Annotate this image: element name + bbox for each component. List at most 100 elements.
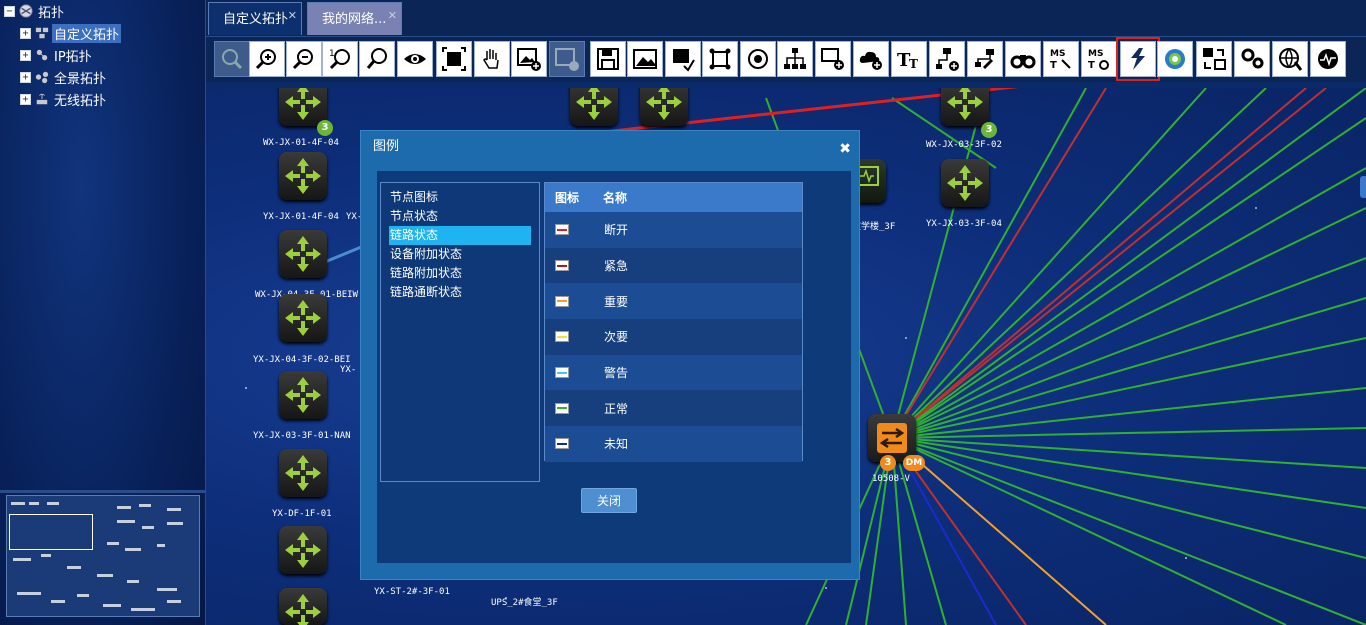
tab-custom-topology[interactable]: 自定义拓扑 ✕ [208, 2, 302, 35]
hierarchy-icon [784, 48, 806, 69]
node-label: YX-JX-04-3F-02-BEI [253, 355, 351, 365]
globe-button[interactable] [1272, 41, 1308, 77]
legend-dialog: 图例 ✖ 节点图标 节点状态 链路状态 设备附加状态 链路附加状态 链路通断状态 图标 名… [360, 130, 860, 580]
gear-color-button[interactable] [1157, 41, 1193, 77]
close-tab-icon[interactable]: ✕ [288, 0, 297, 32]
close-tab-icon[interactable]: ✕ [388, 0, 397, 32]
fit-screen-button[interactable] [436, 41, 472, 77]
zoom-search-button[interactable] [359, 41, 395, 77]
link-line[interactable] [891, 167, 1366, 439]
node-count-badge: 3 [981, 122, 997, 138]
ms-settings-button[interactable]: MS T [1081, 41, 1117, 77]
legend-row-name: 正常 [604, 401, 629, 416]
network-device-node[interactable] [640, 88, 688, 126]
add-device-button[interactable] [815, 41, 851, 77]
dialog-close-icon[interactable]: ✖ [839, 141, 851, 157]
tree-item-custom-topology[interactable]: + 自定义拓扑 [20, 23, 122, 43]
tree-item-ip-topology[interactable]: + IP拓扑 [20, 46, 94, 65]
node-label: 10508-V [872, 474, 910, 484]
node-label: WX-JX-03-3F-02 [926, 140, 1002, 150]
settings-button[interactable] [1234, 41, 1270, 77]
minimap-viewport[interactable] [9, 514, 93, 550]
background-image-button[interactable] [627, 41, 663, 77]
network-device-node[interactable] [279, 294, 327, 342]
zoom-actual-icon: 1 [329, 49, 350, 70]
legend-category-item[interactable]: 节点状态 [389, 207, 531, 226]
network-device-node[interactable] [279, 449, 327, 497]
expand-icon[interactable]: + [20, 49, 31, 61]
legend-category-item[interactable]: 链路状态 [389, 226, 531, 245]
link-line[interactable] [891, 437, 1287, 625]
network-device-node[interactable] [279, 371, 327, 419]
layout-button[interactable] [1196, 41, 1232, 77]
link-line[interactable] [891, 437, 1366, 625]
node-circle-button[interactable] [740, 41, 776, 77]
zoom-out-button[interactable] [286, 41, 322, 77]
network-device-node[interactable] [941, 88, 989, 126]
zoom-in-button[interactable] [249, 41, 285, 77]
save-button[interactable] [590, 41, 626, 77]
network-device-node[interactable] [570, 88, 618, 126]
hierarchy-button[interactable] [777, 41, 813, 77]
link-status-swatch [555, 331, 569, 343]
zoom-actual-button[interactable]: 1 [322, 41, 358, 77]
expand-icon[interactable]: + [20, 71, 31, 83]
add-device-icon [821, 48, 844, 70]
panel-splitter[interactable] [0, 490, 206, 493]
pan-hand-icon [483, 49, 499, 69]
node-square-icon [709, 48, 731, 70]
tree-root[interactable]: − 拓扑 [4, 2, 66, 21]
link-edit-button[interactable] [967, 41, 1003, 77]
close-button[interactable]: 关闭 [581, 488, 637, 513]
tree-item-wireless-topology[interactable]: + 无线拓扑 [20, 90, 108, 109]
dm-badge: DM [903, 455, 925, 471]
add-image-button[interactable] [511, 41, 547, 77]
node-label: YX-JX-01-4F-04 [263, 212, 339, 222]
svg-text:T: T [1050, 60, 1057, 71]
link-line[interactable] [891, 337, 1366, 439]
text-button[interactable]: TT [891, 41, 927, 77]
node-square-button[interactable] [702, 41, 738, 77]
svg-text:MS: MS [1050, 49, 1065, 59]
tab-my-network[interactable]: 我的网络... ✕ [307, 2, 402, 35]
link-status-swatch [555, 438, 569, 450]
legend-category-item[interactable]: 节点图标 [389, 188, 531, 207]
expand-icon[interactable]: + [20, 27, 31, 39]
legend-row: 重要 [545, 283, 802, 320]
node-label: YX-ST-2#-3F-01 [374, 587, 450, 597]
performance-button[interactable] [1310, 41, 1346, 77]
legend-category-item[interactable]: 链路通断状态 [389, 283, 531, 302]
network-device-node[interactable] [941, 159, 989, 207]
legend-table-header: 图标 名称 [545, 183, 802, 212]
add-link-button[interactable] [929, 41, 965, 77]
side-panel-toggle[interactable] [1360, 176, 1366, 198]
network-device-node[interactable] [279, 526, 327, 574]
link-line[interactable] [891, 437, 1366, 469]
add-image-icon [517, 48, 541, 71]
link-line[interactable] [891, 297, 1366, 439]
collapse-icon[interactable]: − [4, 5, 15, 17]
network-device-node[interactable] [279, 230, 327, 278]
monitor-device-button[interactable] [665, 41, 701, 77]
ms-text-button[interactable]: MS T [1043, 41, 1079, 77]
topology-minimap[interactable] [6, 495, 200, 617]
network-device-node[interactable] [279, 588, 327, 625]
tree-item-panorama-topology[interactable]: + 全景拓扑 [20, 68, 108, 87]
link-line[interactable] [891, 257, 1366, 439]
zoom-out-icon [292, 49, 313, 70]
legend-category-item[interactable]: 设备附加状态 [389, 245, 531, 264]
view-eye-button[interactable] [397, 41, 433, 77]
legend-row-name: 次要 [604, 330, 629, 345]
expand-icon[interactable]: + [20, 93, 31, 105]
binoculars-button[interactable] [1005, 41, 1041, 77]
tree-item-label: 无线拓扑 [54, 93, 107, 109]
legend-button[interactable] [1116, 37, 1160, 81]
fit-screen-icon [442, 47, 466, 71]
topology-globe-icon [19, 4, 33, 18]
network-device-node[interactable] [279, 152, 327, 200]
header-icon: 图标 [555, 191, 580, 205]
add-cloud-button[interactable] [853, 41, 889, 77]
legend-category-item[interactable]: 链路附加状态 [389, 264, 531, 283]
node-label: UPS_2#食堂_3F [491, 598, 558, 608]
pan-hand-button[interactable] [474, 41, 510, 77]
